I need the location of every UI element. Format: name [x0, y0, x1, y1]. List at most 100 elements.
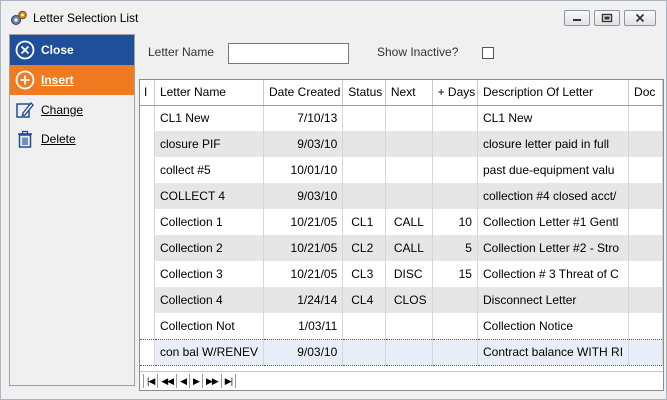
cell-days: [432, 338, 478, 366]
cell-next: CLOS: [385, 287, 433, 313]
cell-next: [385, 105, 433, 131]
next-record-button[interactable]: ▶: [190, 374, 203, 388]
cell-days: [432, 157, 478, 183]
cell-doc: [628, 157, 663, 183]
cell-description: past due-equipment valu: [477, 157, 630, 183]
column-header-doc[interactable]: Doc: [628, 80, 663, 106]
close-circle-icon: [14, 39, 36, 61]
cell-letter-name: CL1 New: [154, 105, 265, 131]
row-indicator: [140, 105, 155, 131]
table-row[interactable]: Collection 3 10/21/05 CL3 DISC 15 Collection …: [140, 261, 663, 287]
cell-description: CL1 New: [477, 105, 630, 131]
table-row[interactable]: Collection 4 1/24/14 CL4 CLOS Disconnect Let…: [140, 287, 663, 313]
row-indicator: [140, 261, 155, 287]
cell-description: Collection # 3 Threat of C: [477, 261, 630, 287]
cell-date-created: 1/24/14: [263, 287, 344, 313]
change-button-label: Change: [41, 102, 84, 117]
cell-next: DISC: [385, 261, 433, 287]
row-indicator: [140, 209, 155, 235]
column-header-indicator[interactable]: I: [140, 80, 155, 106]
next-page-button[interactable]: ▶▶: [203, 374, 222, 388]
filter-bar: Letter Name Show Inactive?: [141, 37, 664, 71]
column-header-letter-name[interactable]: Letter Name: [154, 80, 265, 106]
first-record-button[interactable]: |◀: [143, 374, 159, 388]
cell-doc: [628, 235, 663, 261]
cell-days: 5: [432, 235, 478, 261]
trash-icon: [14, 128, 36, 150]
close-icon: [635, 13, 645, 23]
cell-next: [385, 157, 433, 183]
close-button[interactable]: Close: [10, 35, 134, 65]
row-indicator: [140, 183, 155, 209]
cell-days: [432, 105, 478, 131]
plus-circle-icon: [14, 69, 36, 91]
column-header-days[interactable]: + Days: [432, 80, 478, 106]
letters-grid: I Letter Name Date Created Status Next +…: [139, 79, 664, 391]
cell-doc: [628, 287, 663, 313]
cell-date-created: 10/01/10: [263, 157, 344, 183]
close-window-button[interactable]: [624, 10, 656, 26]
cell-date-created: 9/03/10: [263, 131, 344, 157]
table-body: CL1 New 7/10/13 CL1 New closure PIF 9/03/10 c…: [140, 105, 663, 366]
command-panel: Close Insert Change Delete: [9, 34, 135, 386]
change-button[interactable]: Change: [10, 95, 134, 124]
minimize-button[interactable]: [564, 10, 590, 26]
close-button-label: Close: [41, 43, 74, 57]
cell-status: [342, 313, 386, 339]
table-row[interactable]: closure PIF 9/03/10 closure letter paid in…: [140, 131, 663, 157]
cell-doc: [628, 105, 663, 131]
cell-status: [342, 183, 386, 209]
cell-description: Collection Notice: [477, 313, 630, 339]
cell-description: Disconnect Letter: [477, 287, 630, 313]
cell-letter-name: closure PIF: [154, 131, 265, 157]
delete-button[interactable]: Delete: [10, 124, 134, 153]
table-row[interactable]: collect #5 10/01/10 past due-equipment val…: [140, 157, 663, 183]
pencil-icon: [14, 99, 36, 121]
table-row[interactable]: Collection 2 10/21/05 CL2 CALL 5 Collection L…: [140, 235, 663, 261]
cell-status: CL3: [342, 261, 386, 287]
cell-doc: [628, 183, 663, 209]
gears-icon: [10, 9, 28, 27]
minimize-icon: [573, 19, 581, 21]
insert-button[interactable]: Insert: [10, 65, 134, 95]
cell-letter-name: Collection Not: [154, 313, 265, 339]
maximize-button[interactable]: [594, 10, 620, 26]
cell-letter-name: COLLECT 4: [154, 183, 265, 209]
cell-date-created: 9/03/10: [263, 183, 344, 209]
cell-next: CALL: [385, 235, 433, 261]
cell-days: [432, 313, 478, 339]
column-header-description[interactable]: Description Of Letter: [477, 80, 630, 106]
cell-description: closure letter paid in full: [477, 131, 630, 157]
cell-date-created: 10/21/05: [263, 209, 344, 235]
column-header-date-created[interactable]: Date Created: [263, 80, 344, 106]
cell-days: 10: [432, 209, 478, 235]
table-row[interactable]: COLLECT 4 9/03/10 collection #4 closed acc…: [140, 183, 663, 209]
letter-name-input[interactable]: [228, 43, 349, 64]
table-row[interactable]: CL1 New 7/10/13 CL1 New: [140, 105, 663, 131]
letter-name-label: Letter Name: [148, 45, 215, 59]
show-inactive-checkbox[interactable]: [482, 47, 494, 59]
column-header-next[interactable]: Next: [385, 80, 433, 106]
cell-status: CL2: [342, 235, 386, 261]
cell-status: [342, 338, 386, 366]
column-header-status[interactable]: Status: [342, 80, 386, 106]
cell-description: Collection Letter #2 - Stro: [477, 235, 630, 261]
table-row[interactable]: Collection Not 1/03/11 Collection Notice: [140, 313, 663, 339]
cell-description: Contract balance WITH RI: [477, 338, 630, 366]
table-row[interactable]: Collection 1 10/21/05 CL1 CALL 10 Collection …: [140, 209, 663, 235]
cell-date-created: 10/21/05: [263, 261, 344, 287]
row-indicator: [140, 131, 155, 157]
cell-date-created: 1/03/11: [263, 313, 344, 339]
row-indicator: [140, 338, 155, 366]
record-navigator: |◀ ◀◀ ◀ ▶ ▶▶ ▶|: [140, 371, 663, 390]
last-record-button[interactable]: ▶|: [222, 374, 237, 388]
cell-doc: [628, 313, 663, 339]
cell-letter-name: Collection 3: [154, 261, 265, 287]
insert-button-label: Insert: [41, 73, 74, 87]
previous-page-button[interactable]: ◀◀: [158, 374, 178, 388]
cell-next: CALL: [385, 209, 433, 235]
cell-date-created: 9/03/10: [263, 338, 344, 366]
cell-doc: [628, 209, 663, 235]
table-row[interactable]: con bal W/RENEV 9/03/10 Contract balance W…: [140, 338, 663, 366]
previous-record-button[interactable]: ◀: [177, 374, 191, 388]
